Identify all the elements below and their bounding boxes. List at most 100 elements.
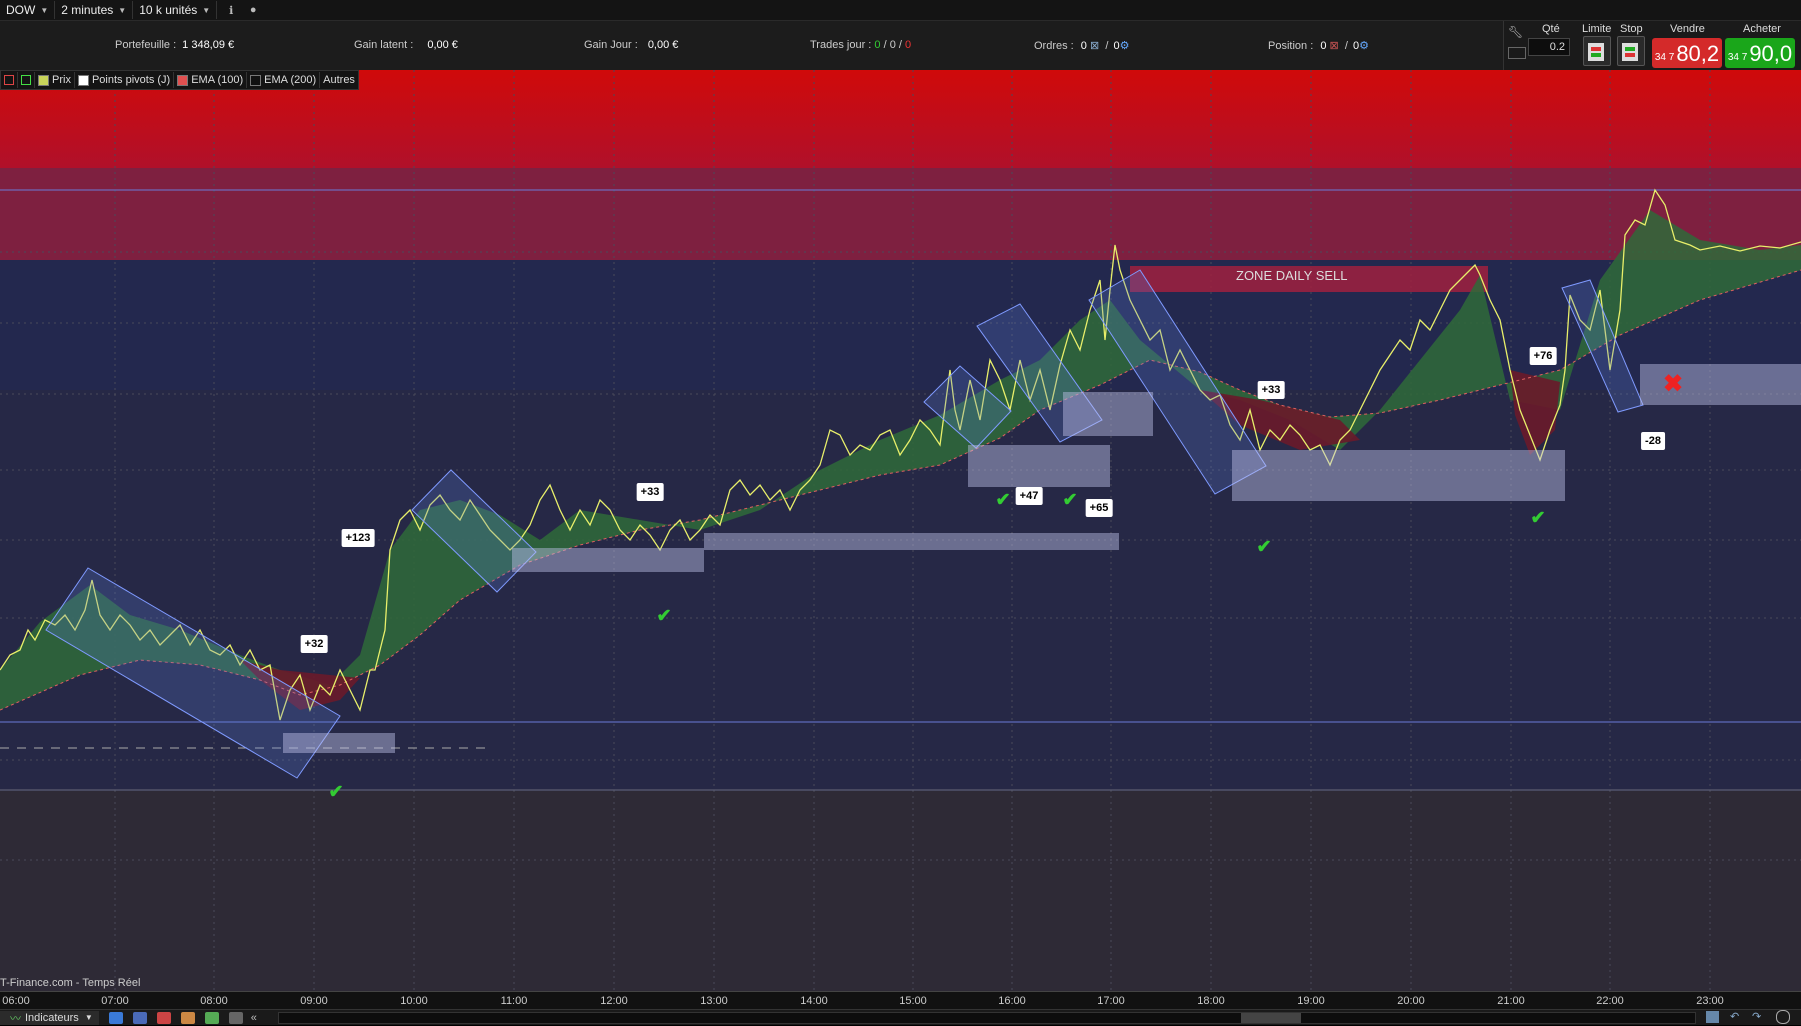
x-tick: 17:00 (1097, 995, 1125, 1007)
keyboard-icon[interactable] (1508, 47, 1526, 59)
calendar-icon[interactable] (1706, 1011, 1719, 1023)
qty-label: Qté (1542, 23, 1560, 35)
stop-order-button[interactable] (1617, 36, 1645, 66)
trade-label: +47 (1015, 487, 1043, 505)
units-label: 10 k unités (139, 3, 198, 17)
units-selector[interactable]: 10 k unités ▼ (133, 1, 218, 19)
legend-more-button[interactable]: Autres (320, 72, 358, 88)
qty-input[interactable]: 0.2 (1528, 38, 1570, 56)
orders-info: Ordres : 0 ⊠ / 0⚙ (1034, 40, 1130, 52)
win-check-icon: ✔ (1530, 507, 1546, 528)
x-tick: 06:00 (2, 995, 30, 1007)
x-tick: 09:00 (300, 995, 328, 1007)
win-check-icon: ✔ (1062, 489, 1078, 510)
legend-settings-icon[interactable] (1, 72, 18, 88)
indicator-legend: Prix Points pivots (J) EMA (100) EMA (20… (0, 70, 359, 90)
account-info-bar: Portefeuille :1 348,09 € Gain latent :0,… (0, 21, 1503, 70)
x-tick: 22:00 (1596, 995, 1624, 1007)
chart-scrollbar[interactable] (278, 1012, 1696, 1024)
limit-order-icon (1588, 43, 1604, 61)
trades-lost: 0 (905, 39, 912, 51)
scrollbar-thumb[interactable] (1241, 1013, 1301, 1023)
status-dot-icon[interactable]: ● (245, 2, 261, 18)
x-tick: 23:00 (1696, 995, 1724, 1007)
win-check-icon: ✔ (656, 605, 672, 626)
x-tick: 11:00 (500, 995, 528, 1007)
chevron-down-icon: ▼ (84, 1013, 93, 1022)
scroll-left-fast-icon[interactable]: « (251, 1012, 257, 1024)
price-chart[interactable] (0, 70, 1801, 991)
trade-label: +76 (1529, 347, 1557, 365)
legend-item-pivots[interactable]: Points pivots (J) (75, 72, 175, 88)
legend-item-ema100[interactable]: EMA (100) (174, 72, 248, 88)
timeframe-selector[interactable]: 2 minutes ▼ (55, 1, 134, 19)
win-check-icon: ✔ (328, 781, 344, 802)
orders-settings-icon[interactable]: ⚙ (1120, 40, 1130, 52)
x-tick: 12:00 (600, 995, 628, 1007)
sell-label: Vendre (1670, 23, 1705, 35)
x-tick: 16:00 (998, 995, 1026, 1007)
x-tick: 18:00 (1197, 995, 1225, 1007)
draw-tool-icon[interactable] (108, 1011, 123, 1024)
latent-gain-info: Gain latent :0,00 € (354, 39, 458, 51)
trades-info: Trades jour : 0 / 0 / 0 (810, 39, 912, 51)
legend-item-prix[interactable]: Prix (35, 72, 75, 88)
win-check-icon: ✔ (995, 489, 1011, 510)
redo-icon[interactable]: ↷ (1752, 1010, 1761, 1023)
pivot-band-lower (0, 791, 1801, 991)
buy-button[interactable]: 34 7 90,0 (1725, 38, 1795, 68)
trade-label: +65 (1085, 499, 1113, 517)
export-icon[interactable] (228, 1011, 243, 1024)
indicators-button[interactable]: 〰 Indicateurs ▼ (0, 1010, 99, 1025)
save-icon[interactable] (132, 1011, 147, 1024)
chevron-down-icon: ▼ (40, 5, 49, 15)
buy-label: Acheter (1743, 23, 1781, 35)
trade-label: +123 (341, 529, 375, 547)
limit-label: Limite (1582, 23, 1612, 35)
template-icon[interactable] (204, 1011, 219, 1024)
symbol-selector[interactable]: DOW ▼ (0, 1, 56, 19)
day-gain-info: Gain Jour :0,00 € (584, 39, 679, 51)
data-source-label: T-Finance.com - Temps Réel (0, 977, 141, 989)
chevron-down-icon: ▼ (118, 5, 127, 15)
zoom-icon[interactable] (1776, 1010, 1790, 1024)
trade-label: +33 (636, 483, 664, 501)
top-toolbar: DOW ▼ 2 minutes ▼ 10 k unités ▼ ℹ ● (0, 0, 1801, 21)
position-settings-icon[interactable]: ⚙ (1359, 40, 1369, 52)
resistance-band (0, 168, 1801, 260)
timeframe-label: 2 minutes (61, 3, 114, 17)
limit-order-button[interactable] (1583, 36, 1611, 66)
x-tick: 08:00 (200, 995, 228, 1007)
sell-price-prefix: 34 7 (1654, 52, 1675, 63)
compare-icon[interactable] (180, 1011, 195, 1024)
trades-won: 0 (874, 39, 881, 51)
undo-icon[interactable]: ↶ (1730, 1010, 1739, 1023)
trade-label: +33 (1257, 381, 1285, 399)
x-tick: 20:00 (1397, 995, 1425, 1007)
position-info: Position : 0 ⊠ / 0⚙ (1268, 40, 1369, 52)
symbol-label: DOW (6, 3, 36, 17)
x-tick: 07:00 (101, 995, 129, 1007)
sell-button[interactable]: 34 7 80,2 (1652, 38, 1722, 68)
chevron-down-icon: ▼ (202, 5, 211, 15)
sell-price: 80,2 (1676, 41, 1720, 66)
buy-price: 90,0 (1749, 41, 1793, 66)
x-tick: 19:00 (1297, 995, 1325, 1007)
portfolio-info: Portefeuille :1 348,09 € (115, 39, 235, 51)
indicators-icon: 〰 (10, 1012, 21, 1025)
legend-chart-icon[interactable] (18, 72, 35, 88)
trade-label: +32 (300, 635, 328, 653)
zone-daily-sell-label: ZONE DAILY SELL (1236, 268, 1348, 283)
time-axis: 06:00 07:00 08:00 09:00 10:00 11:00 12:0… (0, 991, 1801, 1010)
wrench-icon[interactable]: 🔧︎ (1508, 25, 1524, 39)
orders-close-icon[interactable]: ⊠ (1090, 40, 1099, 52)
info-icon[interactable]: ℹ (223, 2, 239, 18)
latent-gain-value: 0,00 € (427, 39, 458, 51)
legend-item-ema200[interactable]: EMA (200) (247, 72, 321, 88)
stop-order-icon (1622, 43, 1638, 61)
position-close-icon[interactable]: ⊠ (1330, 40, 1339, 52)
x-tick: 13:00 (700, 995, 728, 1007)
x-tick: 15:00 (899, 995, 927, 1007)
stop-label: Stop (1620, 23, 1643, 35)
report-icon[interactable] (156, 1011, 171, 1024)
